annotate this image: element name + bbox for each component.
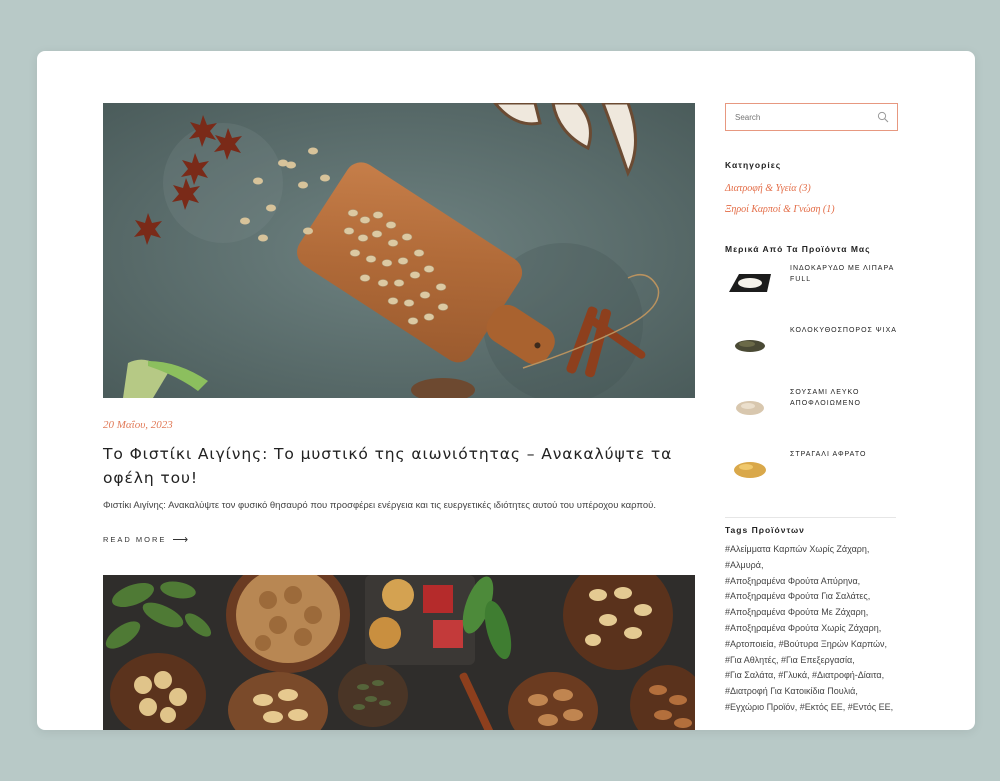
product-name: ΚΟΛΟΚΥΘΟΣΠΟΡΟΣ ΨΙΧΑ [790,327,897,334]
product-name: ΣΟΥΣΑΜΙ ΛΕΥΚΟ ΑΠΟΦΛΟΙΩΜΕΝΟ [790,389,861,407]
tag-link[interactable]: #Αποξηραμένα Φρούτα Χωρίς Ζάχαρη, [725,623,881,633]
product-item[interactable]: ΣΟΥΣΑΜΙ ΛΕΥΚΟ ΑΠΟΦΛΟΙΩΜΕΝΟ [725,386,898,448]
divider [725,517,896,518]
search-box [725,103,898,131]
product-thumbnail [725,324,775,364]
tag-link[interactable]: #Αρτοποιεία, [725,639,776,649]
tag-link[interactable]: #Εγχώριο Προϊόν, [725,702,797,712]
product-item[interactable]: ΣΤΡΑΓΑΛΙ ΑΦΡΑΤΟ [725,448,898,510]
blog-post: 20 Μαΐου, 2023 Το Φιστίκι Αιγίνης: Το μυ… [103,103,695,546]
tag-link[interactable]: #Αποξηραμένα Φρούτα Για Σαλάτες, [725,591,870,601]
tag-link[interactable]: #Βούτυρα Ξηρών Καρπών, [779,639,887,649]
category-link[interactable]: Διατροφή & Υγεία (3) [725,178,898,199]
read-more-link[interactable]: READ MORE ⟶ [103,533,695,546]
product-thumbnail [725,448,775,488]
product-name: ΙΝΔΟΚΑΡΥΔΟ ΜΕ ΛΙΠΑΡΑ FULL [790,265,894,283]
post-title[interactable]: Το Φιστίκι Αιγίνης: Το μυστικό της αιωνι… [103,442,695,490]
tag-link[interactable]: #Εκτός ΕΕ, [800,702,845,712]
post-excerpt: Φιστίκι Αιγίνης: Ανακαλύψτε τον φυσικό θ… [103,500,656,511]
categories-list: Διατροφή & Υγεία (3) Ξηροί Καρποί & Γνώσ… [725,178,898,220]
page-card: 20 Μαΐου, 2023 Το Φιστίκι Αιγίνης: Το μυ… [37,51,975,730]
tag-link[interactable]: #Αποξηραμένα Φρούτα Απύρηνα, [725,576,860,586]
tag-link[interactable]: #Αλείμματα Καρπών Χωρίς Ζάχαρη, [725,544,869,554]
product-thumbnail [725,262,775,302]
search-input[interactable] [735,112,865,122]
product-item[interactable]: ΙΝΔΟΚΑΡΥΔΟ ΜΕ ΛΙΠΑΡΑ FULL [725,262,898,324]
pistachio-board-photo [103,103,695,398]
search-icon[interactable] [877,111,889,123]
tag-link[interactable]: #Για Αθλητές, [725,655,779,665]
tag-link[interactable]: #Για Σαλάτα, [725,670,776,680]
tags-heading: Tags Προϊόντων [725,525,805,535]
post-date: 20 Μαΐου, 2023 [103,419,173,431]
tag-link[interactable]: #Εντός ΕΕ, [848,702,893,712]
tag-link[interactable]: #Διατροφή Για Κατοικίδια Πουλιά, [725,686,858,696]
arrow-right-icon: ⟶ [172,534,189,546]
tag-link[interactable]: #Για Επεξεργασία, [781,655,855,665]
post-featured-image-2[interactable] [103,575,695,730]
post-featured-image[interactable] [103,103,695,398]
product-thumbnail [725,386,775,426]
product-name: ΣΤΡΑΓΑΛΙ ΑΦΡΑΤΟ [790,451,867,458]
tag-link[interactable]: #Αλμυρά, [725,560,763,570]
nuts-bowls-photo [103,575,695,730]
products-heading: Μερικά Από Τα Προϊόντα Μας [725,244,871,254]
tag-link[interactable]: #Διατροφή-Δίαιτα, [812,670,884,680]
sidebar: Κατηγορίες Διατροφή & Υγεία (3) Ξηροί Κα… [725,103,898,716]
category-link[interactable]: Ξηροί Καρποί & Γνώση (1) [725,199,898,220]
tag-link[interactable]: #Αποξηραμένα Φρούτα Με Ζάχαρη, [725,607,868,617]
tags-cloud: #Αλείμματα Καρπών Χωρίς Ζάχαρη, #Αλμυρά,… [725,542,898,716]
read-more-label: READ MORE [103,535,167,544]
tag-link[interactable]: #Γλυκά, [778,670,809,680]
product-item[interactable]: ΚΟΛΟΚΥΘΟΣΠΟΡΟΣ ΨΙΧΑ [725,324,898,386]
products-list: ΙΝΔΟΚΑΡΥΔΟ ΜΕ ΛΙΠΑΡΑ FULL ΚΟΛΟΚΥΘΟΣΠΟΡΟΣ… [725,262,898,510]
categories-heading: Κατηγορίες [725,160,782,170]
